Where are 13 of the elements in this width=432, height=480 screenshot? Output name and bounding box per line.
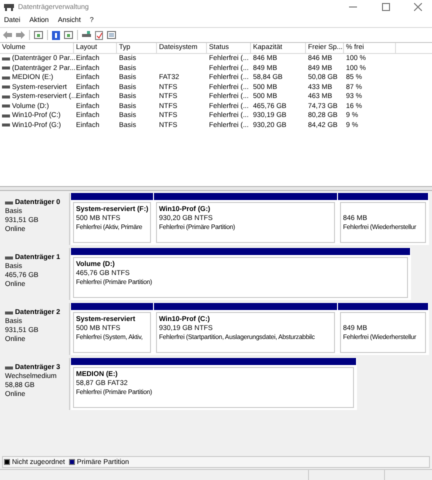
panel-icon[interactable] (64, 31, 73, 39)
app-icon (4, 3, 14, 11)
forward-arrow-icon[interactable] (16, 31, 25, 39)
drive-icon (5, 256, 13, 260)
properties-icon[interactable] (107, 31, 116, 39)
panel-icon[interactable] (34, 31, 43, 39)
checklist-icon[interactable] (95, 30, 103, 40)
drive-icon (5, 200, 13, 204)
back-arrow-icon[interactable] (3, 31, 12, 39)
drive-icon (5, 310, 13, 314)
drive-icon (5, 366, 13, 370)
maximize-icon[interactable] (382, 3, 390, 11)
close-icon[interactable] (414, 3, 422, 11)
